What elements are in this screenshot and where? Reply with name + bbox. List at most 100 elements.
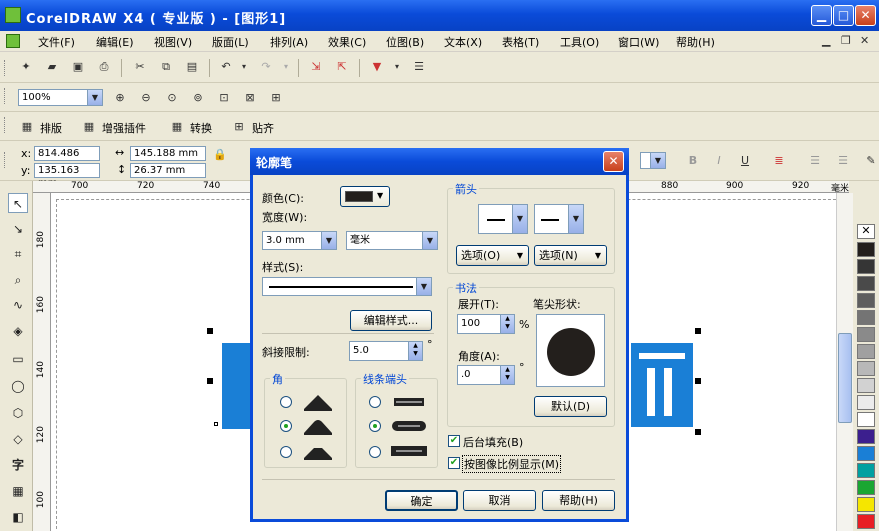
unit-select[interactable]: 毫米 ▼: [346, 231, 438, 250]
cap-round-radio[interactable]: [369, 420, 381, 432]
smart-fill-tool-icon[interactable]: ◈: [8, 321, 28, 341]
color-swatch[interactable]: [857, 429, 875, 444]
undo-dropdown-icon[interactable]: ▾: [235, 58, 253, 76]
y-position-input[interactable]: 135.163 mm: [34, 163, 100, 189]
blue-text-shape-right[interactable]: [631, 343, 693, 427]
polygon-tool-icon[interactable]: ⬡: [8, 403, 28, 423]
color-swatch[interactable]: [857, 395, 875, 410]
ellipse-tool-icon[interactable]: ◯: [8, 376, 28, 396]
bullet-icon[interactable]: ☰: [806, 152, 824, 170]
stretch-input[interactable]: 100 ▲ ▼: [457, 314, 515, 334]
selection-handle[interactable]: [207, 378, 213, 384]
menu-bitmaps[interactable]: 位图(B): [386, 34, 424, 50]
color-swatch[interactable]: [857, 497, 875, 512]
undo-icon[interactable]: ↶: [217, 58, 235, 76]
help-button[interactable]: 帮助(H): [542, 490, 615, 511]
save-icon[interactable]: ▣: [69, 58, 87, 76]
plugin-snap-button[interactable]: 贴齐: [252, 120, 274, 136]
zoom-height-icon[interactable]: ⊞: [267, 89, 285, 107]
outline-width-select[interactable]: 3.0 mm ▼: [262, 231, 337, 250]
x-position-input[interactable]: 814.486 mm: [34, 146, 100, 172]
zoom-width-icon[interactable]: ⊠: [241, 89, 259, 107]
menu-edit[interactable]: 编辑(E): [96, 34, 134, 50]
menu-view[interactable]: 视图(V): [154, 34, 192, 50]
print-icon[interactable]: ⎙: [95, 58, 113, 76]
crop-tool-icon[interactable]: ⌗: [8, 244, 28, 264]
basic-shapes-tool-icon[interactable]: ◇: [8, 429, 28, 449]
blue-text-shape-left[interactable]: [222, 343, 250, 429]
color-swatch[interactable]: [857, 344, 875, 359]
cancel-button[interactable]: 取消: [463, 490, 536, 511]
arrow-options-right-button[interactable]: 选项(N) ▼: [534, 245, 607, 266]
maximize-button[interactable]: □: [833, 5, 854, 26]
bold-icon[interactable]: B: [684, 152, 702, 170]
menu-file[interactable]: 文件(F): [38, 34, 75, 50]
plugin-enhance-button[interactable]: 增强插件: [102, 120, 146, 136]
color-swatch[interactable]: [857, 514, 875, 529]
chevron-down-icon[interactable]: ▼: [87, 90, 102, 105]
lock-ratio-icon[interactable]: 🔒: [213, 148, 227, 161]
shape-tool-icon[interactable]: ↘: [8, 219, 28, 239]
corner-round-radio[interactable]: [280, 420, 292, 432]
chevron-down-icon[interactable]: ▼: [568, 205, 583, 233]
menu-text[interactable]: 文本(X): [444, 34, 482, 50]
color-swatch[interactable]: [857, 276, 875, 291]
color-swatch[interactable]: [857, 242, 875, 257]
zoom-page-icon[interactable]: ⊡: [215, 89, 233, 107]
menu-effects[interactable]: 效果(C): [328, 34, 366, 50]
arrow-options-left-button[interactable]: 选项(O) ▼: [456, 245, 529, 266]
redo-icon[interactable]: ↷: [257, 58, 275, 76]
selection-handle[interactable]: [207, 328, 213, 334]
chevron-down-icon[interactable]: ▼: [512, 205, 527, 233]
cut-icon[interactable]: ✂: [131, 58, 149, 76]
drop-cap-icon[interactable]: ☰: [834, 152, 852, 170]
cap-butt-radio[interactable]: [369, 396, 381, 408]
menu-layout[interactable]: 版面(L): [212, 34, 249, 50]
copy-icon[interactable]: ⧉: [157, 58, 175, 76]
color-swatch[interactable]: [857, 446, 875, 461]
align-icon[interactable]: ≣: [770, 152, 788, 170]
table-tool-icon[interactable]: ▦: [8, 481, 28, 501]
doc-minimize-icon[interactable]: ▁: [822, 34, 830, 47]
open-icon[interactable]: ▰: [43, 58, 61, 76]
scrollbar-thumb[interactable]: [838, 333, 852, 423]
zoom-in-icon[interactable]: ⊕: [111, 89, 129, 107]
plugin-typeset-button[interactable]: 排版: [40, 120, 62, 136]
ok-button[interactable]: 确定: [385, 490, 458, 511]
plugin-convert-button[interactable]: 转换: [190, 120, 212, 136]
object-width-input[interactable]: 145.188 mm: [130, 146, 206, 161]
menu-arrange[interactable]: 排列(A): [270, 34, 308, 50]
start-arrow-select[interactable]: ▼: [478, 204, 528, 234]
import-icon[interactable]: ⇲: [307, 58, 325, 76]
behind-fill-checkbox[interactable]: ✔: [448, 435, 460, 447]
export-icon[interactable]: ⇱: [333, 58, 351, 76]
color-swatch[interactable]: [857, 480, 875, 495]
selection-handle[interactable]: [695, 378, 701, 384]
freehand-tool-icon[interactable]: ∿: [8, 295, 28, 315]
object-height-input[interactable]: 26.37 mm: [130, 163, 206, 178]
zoom-tool-icon[interactable]: ⌕: [8, 270, 28, 290]
chevron-down-icon[interactable]: ▼: [650, 153, 665, 168]
zoom-selected-icon[interactable]: ⊙: [163, 89, 181, 107]
doc-close-icon[interactable]: ✕: [860, 34, 869, 47]
spinner-icon[interactable]: ▲ ▼: [500, 315, 514, 333]
chevron-down-icon[interactable]: ▼: [321, 232, 336, 249]
color-swatch[interactable]: [857, 361, 875, 376]
chevron-down-icon[interactable]: ▼: [416, 278, 431, 295]
color-swatch[interactable]: [857, 412, 875, 427]
doc-restore-icon[interactable]: ❐: [841, 34, 851, 47]
new-document-icon[interactable]: ✦: [17, 58, 35, 76]
color-swatch[interactable]: [857, 293, 875, 308]
corner-bevel-radio[interactable]: [280, 446, 292, 458]
underline-icon[interactable]: U: [736, 152, 754, 170]
launcher-dropdown-icon[interactable]: ▾: [388, 58, 406, 76]
zoom-all-icon[interactable]: ⊚: [189, 89, 207, 107]
text-edit-icon[interactable]: ✎: [862, 152, 879, 170]
minimize-button[interactable]: ▁: [811, 5, 832, 26]
spinner-icon[interactable]: ▲ ▼: [408, 342, 422, 360]
menu-window[interactable]: 窗口(W): [618, 34, 659, 50]
zoom-level-select[interactable]: 100% ▼: [18, 89, 103, 106]
zoom-out-icon[interactable]: ⊖: [137, 89, 155, 107]
color-swatch[interactable]: [857, 463, 875, 478]
vertical-scrollbar[interactable]: [836, 193, 853, 531]
